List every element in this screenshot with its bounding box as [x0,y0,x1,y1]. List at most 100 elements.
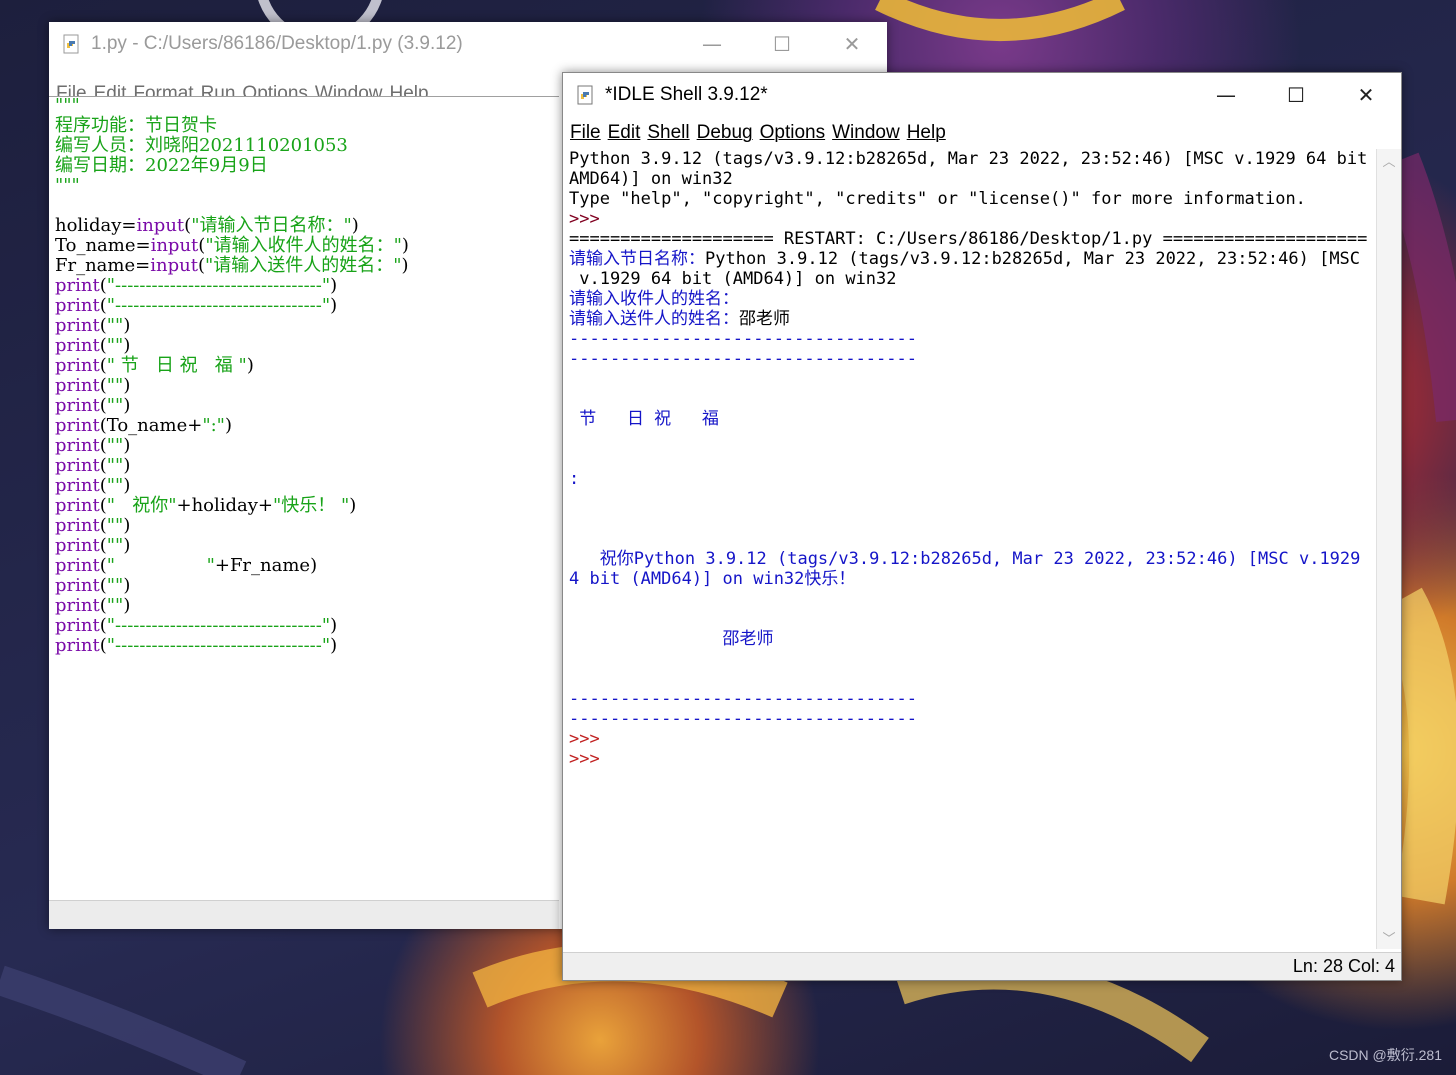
shell-menu-file[interactable]: File [563,122,601,144]
output-line: ==================== RESTART: C:/Users/8… [569,229,1369,249]
scroll-down-icon[interactable]: ﹀ [1377,928,1401,947]
code-line-segment: print [55,455,100,476]
code-line-segment: 程序功能：节日贺卡 [55,115,217,136]
code-line: """ [55,176,560,196]
code-line-segment: ( [99,335,107,356]
minimize-button[interactable]: — [677,22,747,66]
code-line-segment: ( [99,435,107,456]
output-line: Type "help", "copyright", "credits" or "… [569,189,1369,209]
code-line: print("") [55,436,560,456]
code-line-segment: "----------------------------------" [106,635,331,656]
code-line-segment: ) [123,435,131,456]
output-line-segment: ---------------------------------- [569,689,917,709]
shell-menu-shell[interactable]: Shell [640,122,689,144]
code-line-segment: print [55,355,100,376]
shell-menubar: File Edit Shell Debug Options Window Help [563,119,1401,147]
code-line-segment: ) [123,535,131,556]
output-line-segment: 节 日 祝 福 [569,409,730,429]
editor-titlebar[interactable]: 1.py - C:/Users/86186/Desktop/1.py (3.9.… [49,22,887,66]
code-line: print("") [55,536,560,556]
code-line-segment: ) [351,215,359,236]
shell-title: *IDLE Shell 3.9.12* [605,84,768,105]
code-line-segment: print [55,395,100,416]
code-line-segment: ( [99,615,107,636]
output-line-segment: 祝你Python 3.9.12 (tags/v3.9.12:b28265d, M… [569,549,1369,569]
minimize-button[interactable]: — [1191,73,1261,117]
code-line-segment: "----------------------------------" [106,295,331,316]
maximize-button[interactable]: ☐ [1261,73,1331,117]
output-line-segment: ---------------------------------- [569,709,917,729]
code-line-segment: print [55,555,100,576]
code-line: print("---------------------------------… [55,296,560,316]
code-line: 编写日期：2022年9月9日 [55,156,560,176]
code-line-segment: ) [246,355,254,376]
close-button[interactable]: ✕ [1331,73,1401,117]
output-line: >>> [569,749,1369,769]
shell-titlebar[interactable]: *IDLE Shell 3.9.12* — ☐ ✕ [563,73,1401,117]
code-line-segment: print [55,335,100,356]
output-line: v.1929 64 bit (AMD64)] on win32 [569,269,1369,289]
shell-menu-edit[interactable]: Edit [601,122,641,144]
output-line: ---------------------------------- [569,689,1369,709]
code-line: print(" 祝你"+holiday+"快乐！ ") [55,496,560,516]
code-line-segment: "请输入送件人的姓名：" [204,255,402,276]
scroll-up-icon[interactable]: ︿ [1377,151,1401,170]
code-line-segment: input [150,255,198,276]
output-line: 请输入送件人的姓名：邵老师 [569,309,1369,329]
code-line-segment: "" [106,455,124,476]
code-line-segment: ( [99,375,107,396]
code-line-segment: ) [330,615,338,636]
code-line-segment: ( [99,275,107,296]
code-line: 程序功能：节日贺卡 [55,116,560,136]
maximize-button[interactable]: ☐ [747,22,817,66]
code-line-segment: ( [99,515,107,536]
code-line-segment: ) [123,335,131,356]
maximize-icon: ☐ [773,32,791,56]
output-line: 请输入收件人的姓名： [569,289,1369,309]
close-button[interactable]: ✕ [817,22,887,66]
code-line: To_name=input("请输入收件人的姓名：") [55,236,560,256]
output-line: ---------------------------------- [569,349,1369,369]
code-line: print("") [55,336,560,356]
shell-statusbar: Ln: 28 Col: 4 [563,952,1401,980]
code-line-segment: ) [123,515,131,536]
editor-code[interactable]: """ 程序功能：节日贺卡 编写人员：刘晓阳2021110201053 编写日期：20… [55,96,560,662]
code-line-segment: print [55,295,100,316]
editor-horizontal-scrollbar[interactable] [49,900,559,929]
code-line-segment: print [55,375,100,396]
python-file-icon [61,33,83,55]
output-line-segment: ---------------------------------- [569,349,917,369]
code-line-segment: ) [123,315,131,336]
shell-menu-help[interactable]: Help [900,122,946,144]
output-line: >>> [569,209,1369,229]
code-line: print("---------------------------------… [55,616,560,636]
shell-window[interactable]: *IDLE Shell 3.9.12* — ☐ ✕ File Edit Shell D… [562,72,1402,981]
code-line-segment: ) [401,255,409,276]
output-line-segment: ==================== RESTART: C:/Users/8… [569,229,1368,249]
shell-output[interactable]: Python 3.9.12 (tags/v3.9.12:b28265d, Mar… [569,149,1369,949]
cursor-position: Ln: 28 Col: 4 [1292,956,1395,976]
code-line: print("") [55,316,560,336]
code-line-segment: print [55,315,100,336]
shell-vertical-scrollbar[interactable]: ︿ ﹀ [1376,149,1401,949]
shell-menu-options[interactable]: Options [753,122,825,144]
code-line: """ [55,96,560,116]
code-line-segment: ) [123,575,131,596]
code-line-segment: print [55,435,100,456]
code-line-segment: ( [99,555,107,576]
code-line-segment: print [55,535,100,556]
code-line-segment: "----------------------------------" [106,615,331,636]
code-line: print("") [55,596,560,616]
output-line-segment: ---------------------------------- [569,329,917,349]
output-line-segment: >>> [569,209,610,229]
code-line-segment: ( [99,535,107,556]
code-line-segment: print [55,615,100,636]
shell-menu-window[interactable]: Window [825,122,900,144]
shell-menu-debug[interactable]: Debug [690,122,753,144]
output-line-segment: 4 bit (AMD64)] on win32快乐！ [569,569,856,589]
